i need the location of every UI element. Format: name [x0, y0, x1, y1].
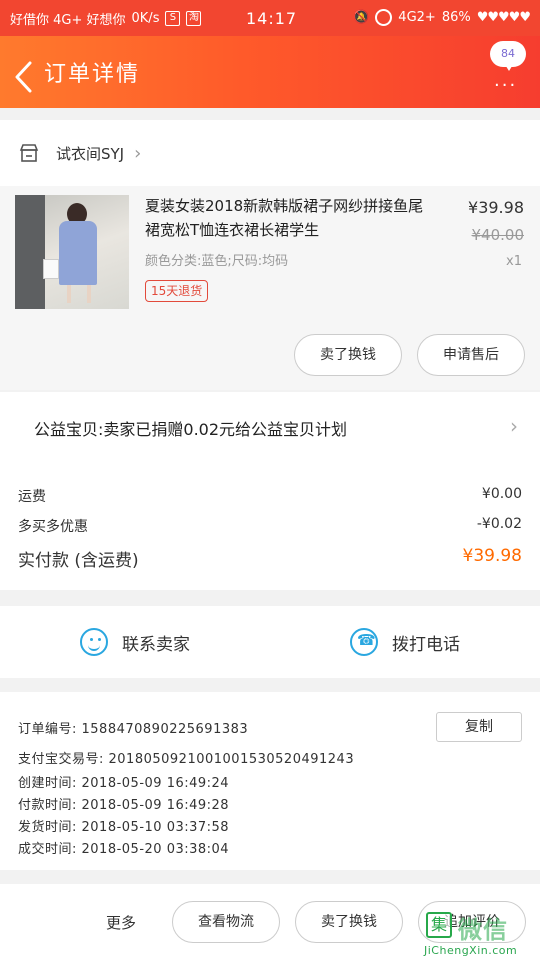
- hearts-icon: ♥♥♥♥♥: [476, 10, 531, 25]
- store-icon: [18, 142, 40, 164]
- status-right: 🔕 4G2+ 86% ♥♥♥♥♥: [353, 9, 531, 26]
- return-policy-badge: 15天退货: [145, 280, 209, 302]
- call-label: 拨打电话: [392, 634, 460, 655]
- contact-seller-button[interactable]: 联系卖家: [0, 606, 270, 678]
- mute-icon: 🔕: [353, 10, 370, 25]
- watermark-url: JiChengXin.com: [424, 944, 518, 957]
- status-time: 14:17: [246, 9, 298, 28]
- chevron-right-icon: ›: [134, 142, 142, 164]
- status-left: 好借你 4G+ 好想你 0K/s S 淘: [10, 9, 202, 28]
- sell-button[interactable]: 卖了换钱: [294, 334, 402, 376]
- shipping-label: 运费: [18, 489, 46, 505]
- image-figure-dress: [59, 221, 97, 285]
- product-price: ¥39.98: [468, 198, 524, 217]
- sell-again-button[interactable]: 卖了换钱: [295, 901, 403, 943]
- total-value: ¥39.98: [462, 546, 522, 566]
- image-background: [15, 195, 45, 309]
- chat-icon: [80, 628, 108, 656]
- taobao-notification-icon: 淘: [186, 10, 202, 26]
- chevron-right-icon: ›: [510, 414, 518, 438]
- image-figure-bag: [43, 259, 59, 279]
- discount-label: 多买多优惠: [18, 519, 88, 535]
- charity-row[interactable]: 公益宝贝:卖家已捐赠0.02元给公益宝贝计划 ›: [0, 392, 540, 464]
- carrier-text: 好借你 4G+ 好想你: [10, 12, 126, 28]
- logistics-button[interactable]: 查看物流: [172, 901, 280, 943]
- fee-summary: 运费 ¥0.00 多买多优惠 -¥0.02 实付款 (含运费) ¥39.98: [0, 464, 540, 590]
- order-info: 订单编号: 1588470890225691383 复制 支付宝交易号: 201…: [0, 692, 540, 870]
- message-bubble-tail: [504, 63, 514, 71]
- total-label: 实付款 (含运费): [18, 551, 139, 571]
- shipped-time: 发货时间: 2018-05-10 03:37:58: [18, 820, 230, 835]
- contact-seller-label: 联系卖家: [122, 634, 190, 655]
- product-image[interactable]: [15, 195, 129, 309]
- product-quantity: x1: [506, 254, 522, 269]
- order-number: 订单编号: 1588470890225691383: [18, 722, 249, 737]
- more-dots-icon: ···: [494, 75, 518, 96]
- order-item: 夏装女装2018新款韩版裙子网纱拼接鱼尾裙宽松T恤连衣裙长裙学生 颜色分类:蓝色…: [0, 186, 540, 390]
- phone-icon: [350, 628, 378, 656]
- shipping-value: ¥0.00: [481, 486, 522, 502]
- app-notification-icon: S: [165, 10, 181, 26]
- charity-text: 公益宝贝:卖家已捐赠0.02元给公益宝贝计划: [34, 420, 348, 439]
- contact-bar: 联系卖家 拨打电话: [0, 606, 540, 678]
- alipay-number: 支付宝交易号: 2018050921001001530520491243: [18, 752, 355, 767]
- watermark-text: 微信: [458, 916, 508, 944]
- discount-row: 多买多优惠 -¥0.02: [18, 516, 522, 536]
- after-sale-button[interactable]: 申请售后: [417, 334, 525, 376]
- battery-level: 86%: [441, 10, 471, 25]
- copy-button[interactable]: 复制: [436, 712, 522, 742]
- nav-bar: 订单详情 84 ···: [0, 36, 540, 108]
- network-speed: 0K/s: [131, 10, 160, 26]
- shop-name: 试衣间SYJ: [56, 144, 125, 163]
- product-original-price: ¥40.00: [471, 226, 525, 244]
- discount-value: -¥0.02: [476, 516, 522, 532]
- call-button[interactable]: 拨打电话: [270, 606, 540, 678]
- watermark-logo-icon: 集: [426, 912, 452, 938]
- status-bar: 好借你 4G+ 好想你 0K/s S 淘 14:17 🔕 4G2+ 86% ♥♥…: [0, 0, 540, 36]
- paid-time: 付款时间: 2018-05-09 16:49:28: [18, 798, 230, 813]
- shop-row[interactable]: 试衣间SYJ ›: [0, 120, 540, 186]
- message-button[interactable]: 84 ···: [490, 41, 526, 95]
- product-title[interactable]: 夏装女装2018新款韩版裙子网纱拼接鱼尾裙宽松T恤连衣裙长裙学生: [145, 194, 437, 242]
- created-time: 创建时间: 2018-05-09 16:49:24: [18, 776, 230, 791]
- watermark: 集 微信 JiChengXin.com: [420, 910, 540, 960]
- alarm-icon: [375, 9, 393, 26]
- image-figure-legs: [67, 285, 91, 303]
- completed-time: 成交时间: 2018-05-20 03:38:04: [18, 842, 230, 857]
- product-spec: 颜色分类:蓝色;尺码:均码: [145, 254, 289, 269]
- shipping-row: 运费 ¥0.00: [18, 486, 522, 506]
- total-row: 实付款 (含运费) ¥39.98: [18, 546, 522, 571]
- more-button[interactable]: 更多: [106, 912, 136, 933]
- back-arrow-icon[interactable]: [12, 60, 36, 93]
- page-title: 订单详情: [44, 62, 141, 87]
- network-type: 4G2+: [398, 10, 436, 25]
